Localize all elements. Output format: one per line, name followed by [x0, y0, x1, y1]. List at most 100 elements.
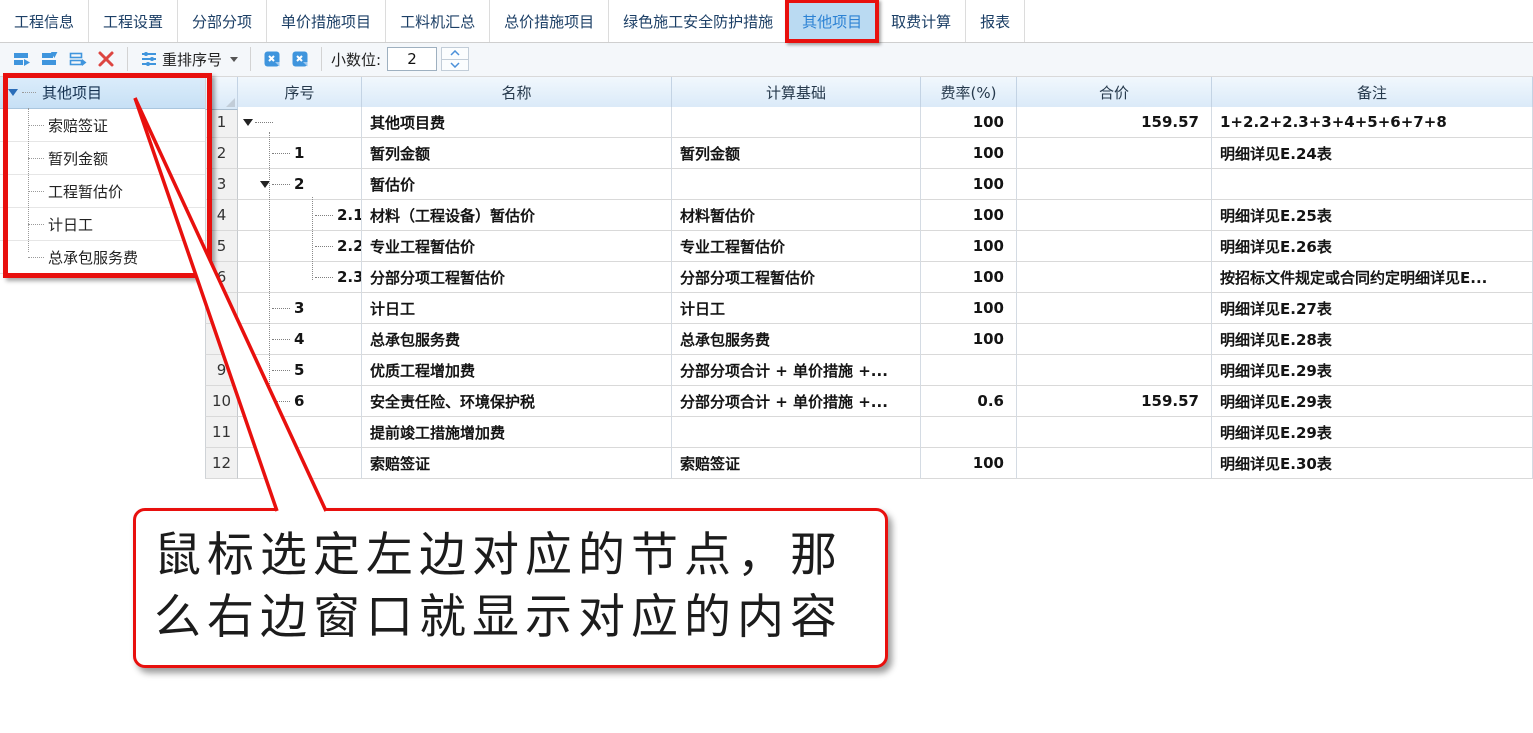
cell-remark[interactable]: 按招标文件规定或合同约定明细详见E... [1212, 262, 1533, 293]
tab-10[interactable]: 报表 [966, 0, 1025, 42]
table-corner-cell[interactable] [205, 76, 238, 110]
cell-calculation-basis[interactable]: 分部分项合计 + 单价措施 +... [672, 355, 921, 386]
column-header-4[interactable]: 费率(%) [921, 76, 1017, 110]
cell-calculation-basis[interactable]: 索赔签证 [672, 448, 921, 479]
cell-remark[interactable]: 明细详见E.25表 [1212, 200, 1533, 231]
column-header-2[interactable]: 名称 [362, 76, 672, 110]
collapse-triangle-icon[interactable] [243, 119, 253, 126]
row-number[interactable]: 2 [205, 138, 238, 169]
cell-calculation-basis[interactable]: 暂列金额 [672, 138, 921, 169]
tab-2[interactable]: 工程设置 [89, 0, 178, 42]
cell-remark[interactable] [1212, 169, 1533, 200]
cell-name[interactable]: 暂列金额 [362, 138, 672, 169]
tree-item-3[interactable]: 工程暂估价 [0, 175, 205, 208]
row-number[interactable]: 4 [205, 200, 238, 231]
cell-calculation-basis[interactable]: 计日工 [672, 293, 921, 324]
cell-serial[interactable]: 2.3 [238, 262, 362, 293]
column-header-3[interactable]: 计算基础 [672, 76, 921, 110]
cell-calculation-basis[interactable]: 分部分项工程暂估价 [672, 262, 921, 293]
tree-item-4[interactable]: 计日工 [0, 208, 205, 241]
column-header-5[interactable]: 合价 [1017, 76, 1212, 110]
cell-remark[interactable]: 明细详见E.29表 [1212, 386, 1533, 417]
cell-remark[interactable]: 明细详见E.29表 [1212, 355, 1533, 386]
cell-remark[interactable]: 明细详见E.27表 [1212, 293, 1533, 324]
cell-rate[interactable]: 100 [921, 231, 1017, 262]
cell-serial[interactable]: 1 [238, 138, 362, 169]
row-number[interactable]: 7 [205, 293, 238, 324]
cell-serial[interactable] [238, 417, 362, 448]
cell-name[interactable]: 专业工程暂估价 [362, 231, 672, 262]
cell-name[interactable]: 其他项目费 [362, 107, 672, 138]
cell-rate[interactable]: 100 [921, 293, 1017, 324]
cell-name[interactable]: 计日工 [362, 293, 672, 324]
cell-serial[interactable]: 2 [238, 169, 362, 200]
row-number[interactable]: 11 [205, 417, 238, 448]
cell-name[interactable]: 暂估价 [362, 169, 672, 200]
cell-serial[interactable]: 2.2 [238, 231, 362, 262]
cell-serial[interactable]: 4 [238, 324, 362, 355]
cell-calculation-basis[interactable]: 专业工程暂估价 [672, 231, 921, 262]
collapse-triangle-icon[interactable] [8, 89, 18, 96]
cell-remark[interactable]: 1+2.2+2.3+3+4+5+6+7+8 [1212, 107, 1533, 138]
cell-calculation-basis[interactable]: 分部分项合计 + 单价措施 +... [672, 386, 921, 417]
cell-amount[interactable] [1017, 293, 1212, 324]
tab-9[interactable]: 取费计算 [877, 0, 966, 42]
cell-rate[interactable]: 0.6 [921, 386, 1017, 417]
tab-5[interactable]: 工料机汇总 [386, 0, 490, 42]
row-number[interactable]: 3 [205, 169, 238, 200]
cell-amount[interactable] [1017, 448, 1212, 479]
cell-rate[interactable]: 100 [921, 138, 1017, 169]
cell-amount[interactable] [1017, 231, 1212, 262]
collapse-triangle-icon[interactable] [260, 181, 270, 188]
cell-calculation-basis[interactable]: 材料暂估价 [672, 200, 921, 231]
row-number[interactable]: 6 [205, 262, 238, 293]
cell-amount[interactable] [1017, 262, 1212, 293]
cell-remark[interactable]: 明细详见E.28表 [1212, 324, 1533, 355]
cell-name[interactable]: 材料（工程设备）暂估价 [362, 200, 672, 231]
cell-serial[interactable]: 2.1 [238, 200, 362, 231]
cell-remark[interactable]: 明细详见E.29表 [1212, 417, 1533, 448]
cell-remark[interactable]: 明细详见E.30表 [1212, 448, 1533, 479]
row-number[interactable]: 10 [205, 386, 238, 417]
cell-serial[interactable]: 6 [238, 386, 362, 417]
cell-amount[interactable] [1017, 324, 1212, 355]
tree-item-5[interactable]: 总承包服务费 [0, 241, 205, 274]
cell-rate[interactable] [921, 355, 1017, 386]
decimal-spinner-value[interactable]: 2 [387, 47, 437, 71]
cell-serial[interactable] [238, 448, 362, 479]
cell-amount[interactable] [1017, 200, 1212, 231]
reorder-button[interactable]: 重排序号 [135, 46, 243, 73]
cell-rate[interactable]: 100 [921, 262, 1017, 293]
tree-item-1[interactable]: 索赔签证 [0, 109, 205, 142]
excel-import-button[interactable] [286, 47, 314, 71]
cell-rate[interactable]: 100 [921, 169, 1017, 200]
cell-amount[interactable] [1017, 417, 1212, 448]
tab-6[interactable]: 总价措施项目 [490, 0, 609, 42]
cell-rate[interactable] [921, 417, 1017, 448]
tab-3[interactable]: 分部分项 [178, 0, 267, 42]
decimal-spinner[interactable]: 2 [387, 47, 469, 71]
insert-sibling-row-button[interactable] [8, 47, 36, 71]
cell-calculation-basis[interactable] [672, 417, 921, 448]
cell-name[interactable]: 总承包服务费 [362, 324, 672, 355]
cell-amount[interactable] [1017, 138, 1212, 169]
cell-rate[interactable]: 100 [921, 324, 1017, 355]
cell-remark[interactable]: 明细详见E.24表 [1212, 138, 1533, 169]
cell-name[interactable]: 分部分项工程暂估价 [362, 262, 672, 293]
tab-8-active[interactable]: 其他项目 [788, 0, 877, 42]
cell-amount[interactable]: 159.57 [1017, 107, 1212, 138]
delete-row-button[interactable] [92, 47, 120, 71]
cell-serial[interactable] [238, 107, 362, 138]
cell-name[interactable]: 索赔签证 [362, 448, 672, 479]
insert-row-button[interactable] [64, 47, 92, 71]
tab-1[interactable]: 工程信息 [0, 0, 89, 42]
cell-amount[interactable] [1017, 169, 1212, 200]
tree-root-item[interactable]: 其他项目 [0, 76, 205, 109]
row-number[interactable]: 12 [205, 448, 238, 479]
cell-calculation-basis[interactable] [672, 107, 921, 138]
tab-4[interactable]: 单价措施项目 [267, 0, 386, 42]
cell-rate[interactable]: 100 [921, 448, 1017, 479]
row-number[interactable]: 1 [205, 107, 238, 138]
row-number[interactable]: 9 [205, 355, 238, 386]
excel-export-button[interactable] [258, 47, 286, 71]
